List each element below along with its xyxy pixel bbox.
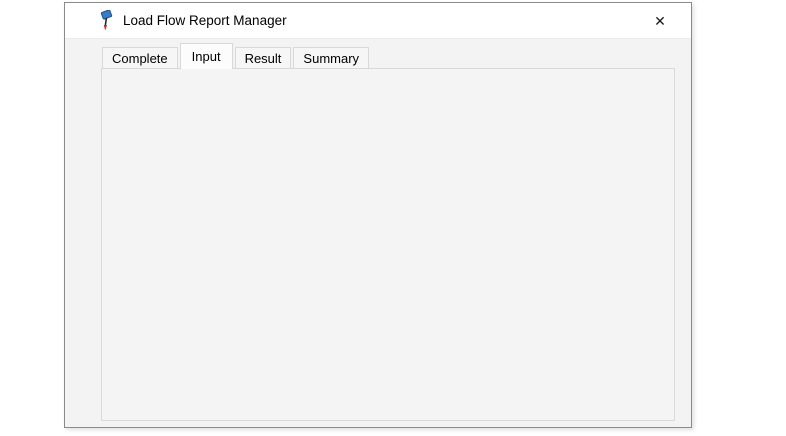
title-bar: Load Flow Report Manager ✕ bbox=[65, 3, 691, 39]
tab-strip: Complete Input Result Summary bbox=[102, 43, 371, 69]
close-button[interactable]: ✕ bbox=[647, 9, 673, 33]
tab-summary[interactable]: Summary bbox=[293, 47, 369, 69]
tab-result[interactable]: Result bbox=[235, 47, 292, 69]
tab-page-input bbox=[101, 68, 675, 421]
tab-input-label: Input bbox=[192, 49, 221, 64]
tab-complete[interactable]: Complete bbox=[102, 47, 178, 69]
close-icon: ✕ bbox=[654, 13, 666, 30]
tab-result-label: Result bbox=[245, 51, 282, 66]
tab-complete-label: Complete bbox=[112, 51, 168, 66]
tab-input[interactable]: Input bbox=[180, 43, 233, 69]
load-flow-report-manager-dialog: Load Flow Report Manager ✕ Complete Inpu… bbox=[64, 2, 692, 428]
tab-summary-label: Summary bbox=[303, 51, 359, 66]
app-pushpin-icon bbox=[99, 10, 114, 35]
window-title: Load Flow Report Manager bbox=[123, 13, 287, 28]
